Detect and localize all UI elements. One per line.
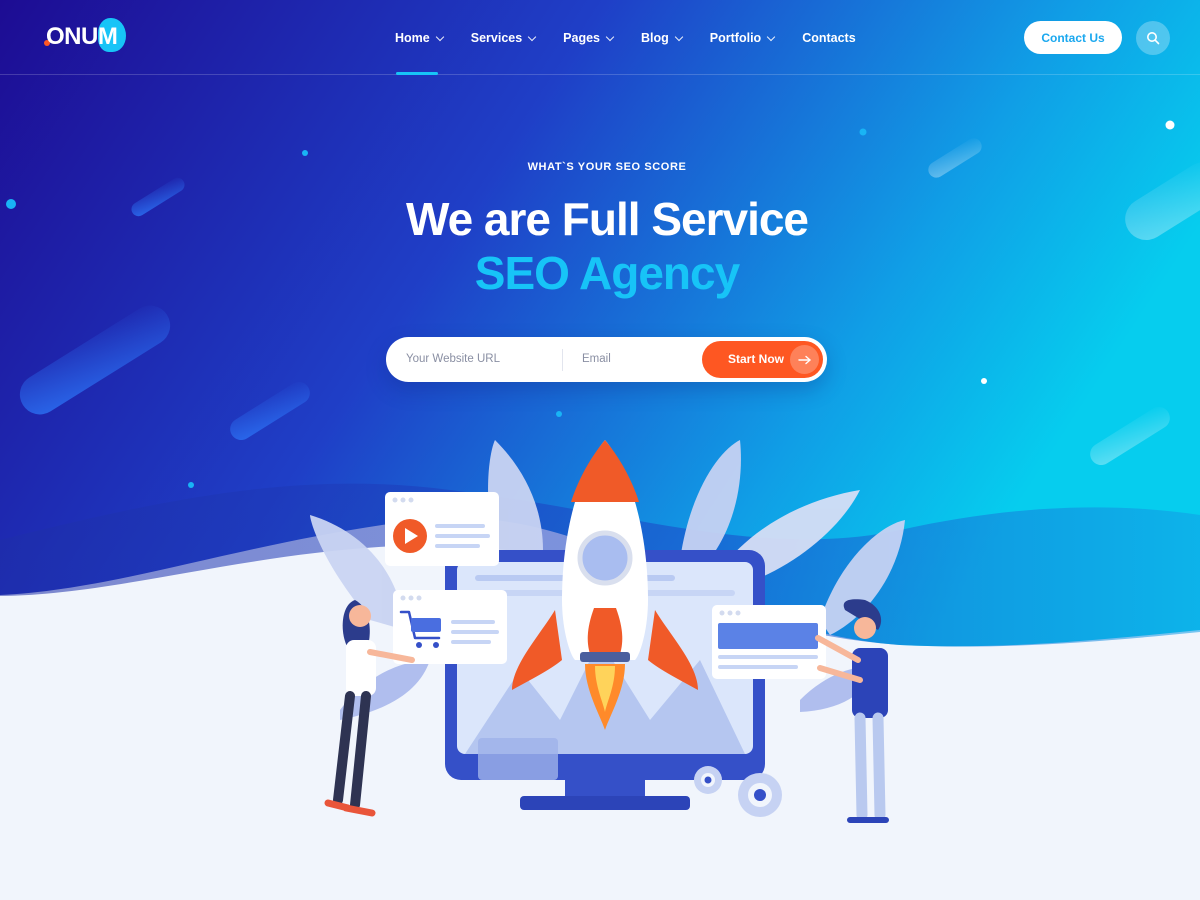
hero-title-line1: We are Full Service (405, 193, 809, 245)
field-divider (562, 349, 563, 371)
chevron-down-icon (674, 32, 684, 41)
nav-active-indicator (396, 72, 438, 75)
nav-item-label: Portfolio (709, 31, 762, 45)
nav-item-blog[interactable]: Blog (641, 28, 684, 48)
nav-item-pages[interactable]: Pages (563, 28, 615, 48)
seo-score-form: Your Website URL Email Start Now (386, 337, 827, 382)
arrow-right-icon (790, 345, 819, 374)
chevron-down-icon (527, 32, 537, 41)
nav-item-contacts[interactable]: Contacts (802, 28, 855, 48)
chevron-down-icon (605, 32, 615, 41)
start-now-label: Start Now (728, 352, 785, 366)
main-nav: Home Services Pages Blog Portfolio Conta… (395, 28, 856, 48)
nav-item-label: Contacts (802, 31, 856, 45)
nav-item-label: Blog (641, 31, 669, 45)
chevron-down-icon (435, 32, 444, 41)
seo-rocket-illustration (310, 440, 905, 823)
hero-eyebrow: WHAT`S YOUR SEO SCORE (527, 161, 687, 173)
cart-card (393, 590, 507, 664)
brand-logo[interactable]: ONUM (44, 18, 134, 54)
nav-item-services[interactable]: Services (470, 28, 537, 48)
gear-icon (738, 773, 782, 817)
nav-item-portfolio[interactable]: Portfolio (709, 28, 776, 48)
video-card (385, 492, 499, 566)
rocket-window (577, 530, 633, 586)
chevron-down-icon (766, 32, 776, 41)
monitor-stand (565, 780, 645, 798)
email-input[interactable]: Email (582, 337, 692, 382)
site-header: ONUM Home Services Pages Blog Portfolio (0, 0, 1200, 75)
nav-item-home[interactable]: Home (395, 28, 444, 48)
nav-item-label: Services (470, 31, 523, 45)
website-url-input[interactable]: Your Website URL (406, 337, 556, 382)
gear-icon-small (694, 766, 722, 794)
hero-title-line2: SEO Agency (474, 247, 740, 299)
search-icon (1147, 32, 1160, 45)
start-now-button[interactable]: Start Now (702, 341, 823, 378)
browser-card (712, 605, 826, 679)
hero-section: ONUM Home Services Pages Blog Portfolio (0, 0, 1200, 900)
nav-item-label: Pages (563, 31, 601, 45)
monitor-base (520, 796, 690, 810)
logo-text: ONUM (46, 23, 118, 50)
search-button[interactable] (1136, 21, 1170, 55)
contact-us-button[interactable]: Contact Us (1024, 21, 1122, 54)
nav-item-label: Home (395, 31, 430, 45)
